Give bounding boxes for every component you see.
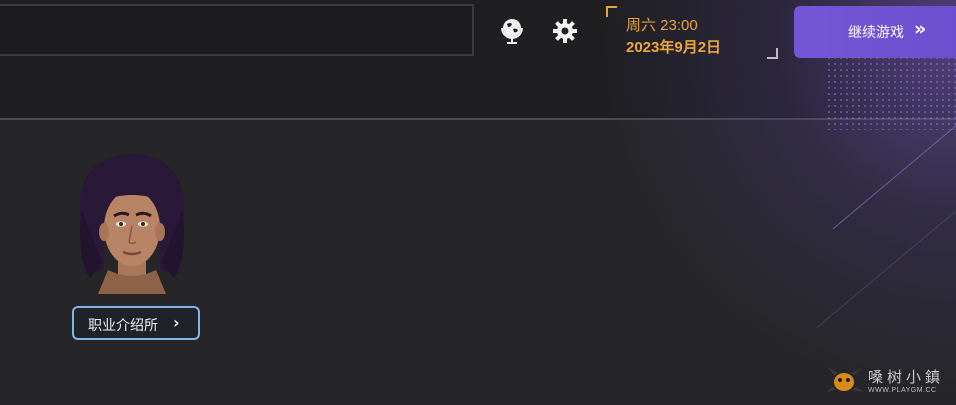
search-bar[interactable] bbox=[0, 4, 474, 56]
job-center-button[interactable]: 职业介绍所 › bbox=[72, 306, 200, 340]
background-diagonal-line bbox=[816, 160, 956, 329]
character-portrait bbox=[74, 152, 190, 294]
watermark-text: 嗓树小鎮 bbox=[868, 368, 945, 386]
gear-icon[interactable] bbox=[550, 16, 580, 46]
globe-icon[interactable] bbox=[497, 16, 527, 46]
watermark-logo bbox=[826, 365, 864, 395]
date-corner-decoration bbox=[606, 6, 617, 17]
date-time-display: 周六 23:00 2023年9月2日 bbox=[606, 6, 778, 59]
continue-game-label: 继续游戏 bbox=[848, 25, 904, 41]
double-chevron-right-icon: » bbox=[914, 18, 926, 40]
watermark-url: WWW.PLAYGM.CC bbox=[868, 387, 937, 394]
day-time-text: 周六 23:00 bbox=[626, 17, 698, 34]
job-center-label: 职业介绍所 bbox=[88, 318, 158, 334]
continue-game-button[interactable]: 继续游戏 » bbox=[794, 6, 956, 58]
date-corner-decoration bbox=[767, 48, 778, 59]
date-text: 2023年9月2日 bbox=[626, 39, 722, 56]
chevron-right-icon: › bbox=[173, 313, 180, 332]
top-bar-divider bbox=[0, 118, 956, 120]
